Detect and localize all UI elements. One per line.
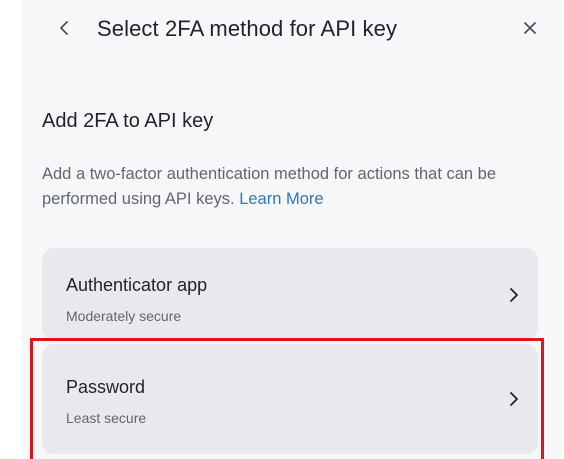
chevron-left-icon bbox=[60, 21, 68, 35]
option-password[interactable]: Password Least secure bbox=[42, 344, 538, 454]
back-button[interactable] bbox=[50, 14, 78, 42]
section-description: Add a two-factor authentication method f… bbox=[42, 162, 542, 212]
option-title: Password bbox=[66, 377, 146, 397]
modal-panel: Select 2FA method for API key Add 2FA to… bbox=[22, 0, 562, 459]
option-subtitle: Least secure bbox=[66, 410, 147, 426]
chevron-right-icon bbox=[510, 288, 518, 302]
modal-header: Select 2FA method for API key bbox=[22, 0, 562, 66]
close-button[interactable] bbox=[516, 14, 544, 42]
section-title: Add 2FA to API key bbox=[42, 110, 214, 132]
option-subtitle: Moderately secure bbox=[66, 308, 182, 324]
modal-title: Select 2FA method for API key bbox=[97, 16, 398, 41]
option-authenticator-app[interactable]: Authenticator app Moderately secure bbox=[42, 248, 538, 340]
learn-more-link[interactable]: Learn More bbox=[239, 190, 323, 208]
option-title: Authenticator app bbox=[66, 275, 208, 295]
modal-frame: Select 2FA method for API key Add 2FA to… bbox=[0, 0, 564, 459]
close-icon bbox=[524, 22, 536, 34]
chevron-right-icon bbox=[510, 392, 518, 406]
